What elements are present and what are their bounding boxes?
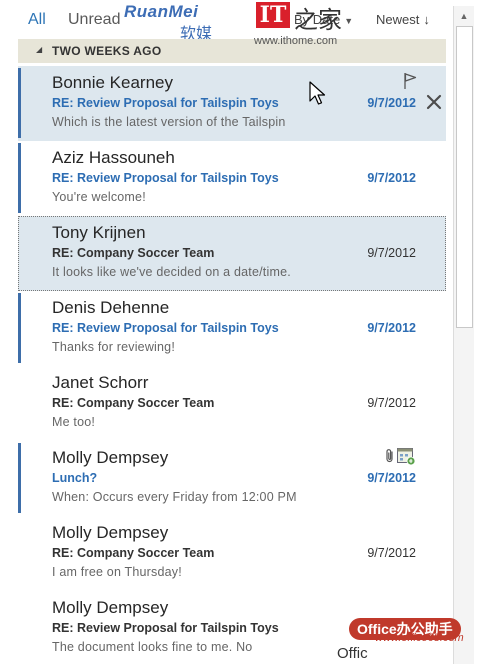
- unread-indicator-bar: [18, 443, 21, 513]
- ithome-watermark: IT 之家 www.ithome.com: [254, 2, 364, 50]
- message-row[interactable]: Janet Schorr RE: Company Soccer Team 9/7/2…: [18, 366, 446, 441]
- message-date: 9/7/2012: [367, 546, 416, 560]
- message-preview: You're welcome!: [52, 190, 146, 204]
- message-subject: RE: Review Proposal for Tailspin Toys: [52, 96, 279, 110]
- collapse-triangle-icon[interactable]: ◢: [36, 45, 42, 54]
- message-row[interactable]: Molly Dempsey RE: Company Soccer Team 9/7/…: [18, 516, 446, 591]
- arrow-down-icon: ↓: [423, 12, 430, 27]
- message-date: 9/7/2012: [367, 171, 416, 185]
- message-subject: RE: Review Proposal for Tailspin Toys: [52, 321, 279, 335]
- message-date: 9/7/2012: [367, 246, 416, 260]
- unread-indicator-bar: [18, 68, 21, 138]
- message-sender: Molly Dempsey: [52, 448, 169, 467]
- message-sender: Janet Schorr: [52, 373, 149, 392]
- ithome-url: www.ithome.com: [254, 35, 338, 47]
- message-preview: Thanks for reviewing!: [52, 340, 175, 354]
- filter-all-tab[interactable]: All: [28, 11, 46, 29]
- group-header-label: TWO WEEKS AGO: [52, 44, 162, 58]
- message-row[interactable]: Molly Dempsey Lunch? 9/7/2012 When: Occurs …: [18, 441, 446, 516]
- ruanmei-watermark-en: RuanMei: [124, 2, 199, 21]
- message-list: Bonnie Kearney RE: Review Proposal for Ta…: [18, 66, 446, 666]
- message-subject: RE: Company Soccer Team: [52, 546, 215, 560]
- unread-indicator-bar: [18, 143, 21, 213]
- message-sender: Bonnie Kearney: [52, 73, 173, 92]
- message-sender: Molly Dempsey: [52, 598, 169, 617]
- message-preview: I am free on Thursday!: [52, 565, 182, 579]
- vertical-scrollbar[interactable]: ▲: [453, 6, 474, 664]
- sort-order-toggle[interactable]: Newest ↓: [376, 12, 430, 27]
- message-sender: Aziz Hassouneh: [52, 148, 175, 167]
- message-preview: When: Occurs every Friday from 12:00 PM: [52, 490, 297, 504]
- office68-url: www.office68.com: [375, 632, 464, 644]
- message-preview: It looks like we've decided on a date/ti…: [52, 265, 291, 279]
- message-date: 9/7/2012: [367, 96, 416, 110]
- unread-indicator-bar: [18, 293, 21, 363]
- message-sender: Molly Dempsey: [52, 523, 169, 542]
- message-row[interactable]: Tony Krijnen RE: Company Soccer Team 9/7/2…: [18, 216, 446, 291]
- office68-watermark: Office办公助手 www.office68.com Offic: [337, 618, 495, 666]
- filter-unread-tab[interactable]: Unread: [68, 11, 120, 29]
- message-subject: Lunch?: [52, 471, 98, 485]
- message-subject: RE: Company Soccer Team: [52, 246, 215, 260]
- message-preview: Which is the latest version of the Tails…: [52, 115, 286, 129]
- scroll-thumb[interactable]: [456, 26, 473, 328]
- message-date: 9/7/2012: [367, 471, 416, 485]
- ithome-logo-cn: 之家: [294, 6, 342, 34]
- message-subject: RE: Company Soccer Team: [52, 396, 215, 410]
- close-icon[interactable]: [426, 94, 442, 110]
- message-row[interactable]: Denis Dehenne RE: Review Proposal for Tai…: [18, 291, 446, 366]
- message-preview: Me too!: [52, 415, 96, 429]
- flag-icon[interactable]: [402, 72, 418, 90]
- message-row[interactable]: Aziz Hassouneh RE: Review Proposal for Ta…: [18, 141, 446, 216]
- message-subject: RE: Review Proposal for Tailspin Toys: [52, 171, 279, 185]
- office68-label: Offic: [337, 645, 368, 662]
- message-date: 9/7/2012: [367, 321, 416, 335]
- message-sender: Tony Krijnen: [52, 223, 146, 242]
- message-preview: The document looks fine to me. No: [52, 640, 253, 654]
- mouse-cursor-icon: [309, 81, 326, 105]
- message-date: 9/7/2012: [367, 396, 416, 410]
- meeting-icon: [396, 446, 416, 466]
- group-header-two-weeks-ago[interactable]: ◢ TWO WEEKS AGO: [18, 39, 446, 63]
- message-row[interactable]: Bonnie Kearney RE: Review Proposal for Ta…: [18, 66, 446, 141]
- ruanmei-watermark: RuanMei 软媒: [124, 2, 234, 43]
- message-sender: Denis Dehenne: [52, 298, 170, 317]
- ithome-logo: IT: [256, 2, 290, 28]
- scroll-up-arrow-icon[interactable]: ▲: [454, 8, 474, 24]
- message-subject: RE: Review Proposal for Tailspin Toys: [52, 621, 279, 635]
- sort-order-label: Newest: [376, 12, 420, 27]
- paperclip-icon: [384, 448, 396, 464]
